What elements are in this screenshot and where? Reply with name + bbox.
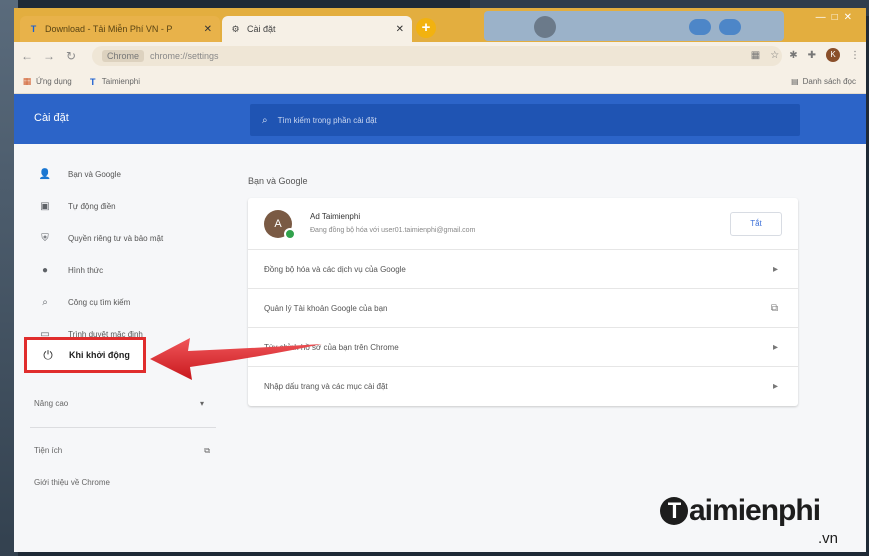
sidebar-item-search-engine[interactable]: ⌕ Công cụ tìm kiếm bbox=[14, 286, 220, 318]
toggle-icon bbox=[719, 19, 741, 35]
url-chip: Chrome bbox=[102, 50, 145, 62]
sidebar-item-privacy[interactable]: ⛨ Quyền riêng tư và bảo mật bbox=[14, 222, 220, 254]
close-icon[interactable]: ✕ bbox=[396, 24, 404, 35]
new-tab-button[interactable]: + bbox=[416, 18, 436, 38]
row-import-bookmarks[interactable]: Nhập dấu trang và các mục cài đặt ▸ bbox=[248, 367, 798, 406]
sidebar-item-on-startup[interactable]: ⏻ Khi khởi động bbox=[24, 337, 146, 373]
apps-grid-icon[interactable]: ▦ bbox=[751, 50, 760, 61]
sidebar-item-label: Hình thức bbox=[68, 265, 104, 275]
settings-search-input[interactable]: ⌕ Tìm kiếm trong phần cài đặt bbox=[250, 104, 800, 136]
profile-name: Ad Taimienphi bbox=[310, 212, 361, 221]
search-icon: ⌕ bbox=[262, 114, 268, 126]
bookmarks-bar: ▦ Ứng dụng T Taimienphi ▤ Danh sách đọc bbox=[14, 70, 866, 94]
row-label: Đồng bộ hóa và các dịch vụ của Google bbox=[264, 264, 406, 274]
row-customize-profile[interactable]: Tùy chỉnh hồ sơ của bạn trên Chrome ▸ bbox=[248, 328, 798, 367]
you-and-google-card: A Ad Taimienphi Đang đồng bộ hóa với use… bbox=[248, 198, 798, 406]
chevron-right-icon: ▸ bbox=[772, 381, 778, 392]
search-placeholder: Tìm kiếm trong phần cài đặt bbox=[277, 115, 377, 125]
browser-window: T Download - Tải Miễn Phí VN - P ✕ ⚙ Cài… bbox=[14, 8, 866, 552]
reload-icon[interactable]: ↻ bbox=[62, 49, 80, 63]
menu-icon[interactable]: ⋮ bbox=[850, 50, 860, 61]
toolbar: ← → ↻ Chrome chrome://settings ▦ ☆ ✱ ✚ K… bbox=[14, 42, 866, 70]
address-bar[interactable]: Chrome chrome://settings bbox=[92, 46, 782, 66]
tab-download[interactable]: T Download - Tải Miễn Phí VN - P ✕ bbox=[20, 16, 220, 42]
sidebar-item-appearance[interactable]: ● Hình thức bbox=[14, 254, 220, 286]
logo-text: aimienphi bbox=[689, 494, 821, 527]
advanced-label: Nâng cao bbox=[34, 399, 69, 408]
forward-icon[interactable]: → bbox=[40, 49, 58, 63]
reading-list-label: Danh sách đọc bbox=[802, 77, 856, 86]
chevron-right-icon: ▸ bbox=[772, 341, 778, 353]
person-icon: 👤 bbox=[38, 168, 52, 180]
apps-icon: ▦ bbox=[22, 76, 32, 86]
taimienphi-tab-icon: T bbox=[30, 24, 37, 34]
tab-settings[interactable]: ⚙ Cài đặt ✕ bbox=[222, 16, 412, 42]
sync-status-icon bbox=[284, 228, 296, 240]
profile-row: A Ad Taimienphi Đang đồng bộ hóa với use… bbox=[248, 198, 798, 250]
chevron-down-icon: ▾ bbox=[199, 399, 204, 408]
toolbar-actions: ▦ ☆ ✱ ✚ K ⋮ bbox=[751, 48, 860, 62]
tab-label: Cài đặt bbox=[247, 24, 276, 34]
bookmark-apps[interactable]: ▦ Ứng dụng bbox=[22, 76, 72, 87]
sidebar-item-extensions[interactable]: Tiện ích ⧉ bbox=[34, 446, 210, 456]
section-title: Bạn và Google bbox=[248, 176, 308, 186]
tab-label: Download - Tải Miễn Phí VN - P bbox=[45, 24, 173, 34]
clipboard-icon: ▣ bbox=[40, 200, 50, 212]
gear-icon: ⚙ bbox=[231, 23, 240, 34]
toggle-icon bbox=[689, 19, 711, 35]
sidebar-item-label: Bạn và Google bbox=[68, 169, 121, 179]
shield-icon: ⛨ bbox=[41, 232, 49, 244]
bookmark-label: Ứng dụng bbox=[36, 77, 72, 86]
back-icon[interactable]: ← bbox=[18, 49, 36, 63]
bookmark-label: Taimienphi bbox=[101, 77, 140, 86]
photo-background: T Download - Tải Miễn Phí VN - P ✕ ⚙ Cài… bbox=[0, 0, 869, 556]
settings-header: Cài đặt ⌕ Tìm kiếm trong phần cài đặt bbox=[14, 94, 866, 144]
watermark-logo: Taimienphi bbox=[660, 494, 821, 528]
divider bbox=[30, 427, 216, 428]
extensions-label: Tiện ích bbox=[34, 446, 63, 455]
window-controls[interactable]: —□✕ bbox=[816, 12, 858, 23]
star-icon[interactable]: ☆ bbox=[770, 50, 779, 61]
row-sync-services[interactable]: Đồng bộ hóa và các dịch vụ của Google ▸ bbox=[248, 250, 798, 289]
palette-icon: ● bbox=[41, 264, 49, 276]
reading-list[interactable]: ▤ Danh sách đọc bbox=[791, 77, 856, 86]
sidebar-advanced[interactable]: Nâng cao ▾ bbox=[34, 399, 204, 415]
sidebar-item-label: Khi khởi động bbox=[69, 350, 130, 360]
taimienphi-icon: T bbox=[90, 76, 96, 87]
settings-content: 👤 Bạn và Google ▣ Tự động điền ⛨ Quyền r… bbox=[14, 144, 866, 552]
close-icon[interactable]: ✕ bbox=[204, 24, 212, 35]
power-icon: ⏻ bbox=[43, 347, 53, 362]
sidebar-item-you-and-google[interactable]: 👤 Bạn và Google bbox=[14, 158, 220, 190]
search-icon: ⌕ bbox=[42, 296, 48, 308]
bookmark-taimienphi[interactable]: T Taimienphi bbox=[88, 77, 140, 87]
reading-list-icon: ▤ bbox=[791, 77, 799, 86]
background-window bbox=[484, 11, 784, 41]
about-label: Giới thiệu về Chrome bbox=[34, 478, 110, 487]
external-link-icon: ⧉ bbox=[204, 446, 210, 455]
logo-mark: T bbox=[660, 497, 688, 525]
sidebar-item-autofill[interactable]: ▣ Tự động điền bbox=[14, 190, 220, 222]
page-title: Cài đặt bbox=[34, 112, 69, 124]
extension-icon[interactable]: ✱ bbox=[789, 50, 797, 61]
chevron-right-icon: ▸ bbox=[772, 263, 778, 275]
turn-off-sync-button[interactable]: Tắt bbox=[730, 212, 782, 236]
tab-strip: T Download - Tải Miễn Phí VN - P ✕ ⚙ Cài… bbox=[14, 8, 866, 42]
sync-status-text: Đang đồng bộ hóa với user01.taimienphi@g… bbox=[310, 227, 476, 234]
sidebar-item-label: Tự động điền bbox=[68, 201, 116, 211]
sidebar-item-label: Quyền riêng tư và bảo mật bbox=[68, 233, 164, 243]
sidebar-item-label: Công cụ tìm kiếm bbox=[68, 297, 131, 307]
external-link-icon: ⧉ bbox=[770, 302, 778, 314]
url-text: chrome://settings bbox=[150, 51, 219, 61]
annotation-arrow-icon bbox=[150, 338, 322, 380]
profile-avatar[interactable]: K bbox=[826, 48, 840, 62]
sidebar-item-about[interactable]: Giới thiệu về Chrome bbox=[34, 478, 210, 487]
avatar bbox=[534, 16, 556, 38]
row-label: Quản lý Tài khoản Google của bạn bbox=[264, 303, 388, 313]
row-manage-account[interactable]: Quản lý Tài khoản Google của bạn ⧉ bbox=[248, 289, 798, 328]
puzzle-icon[interactable]: ✚ bbox=[808, 50, 816, 61]
logo-suffix: .vn bbox=[818, 530, 839, 547]
